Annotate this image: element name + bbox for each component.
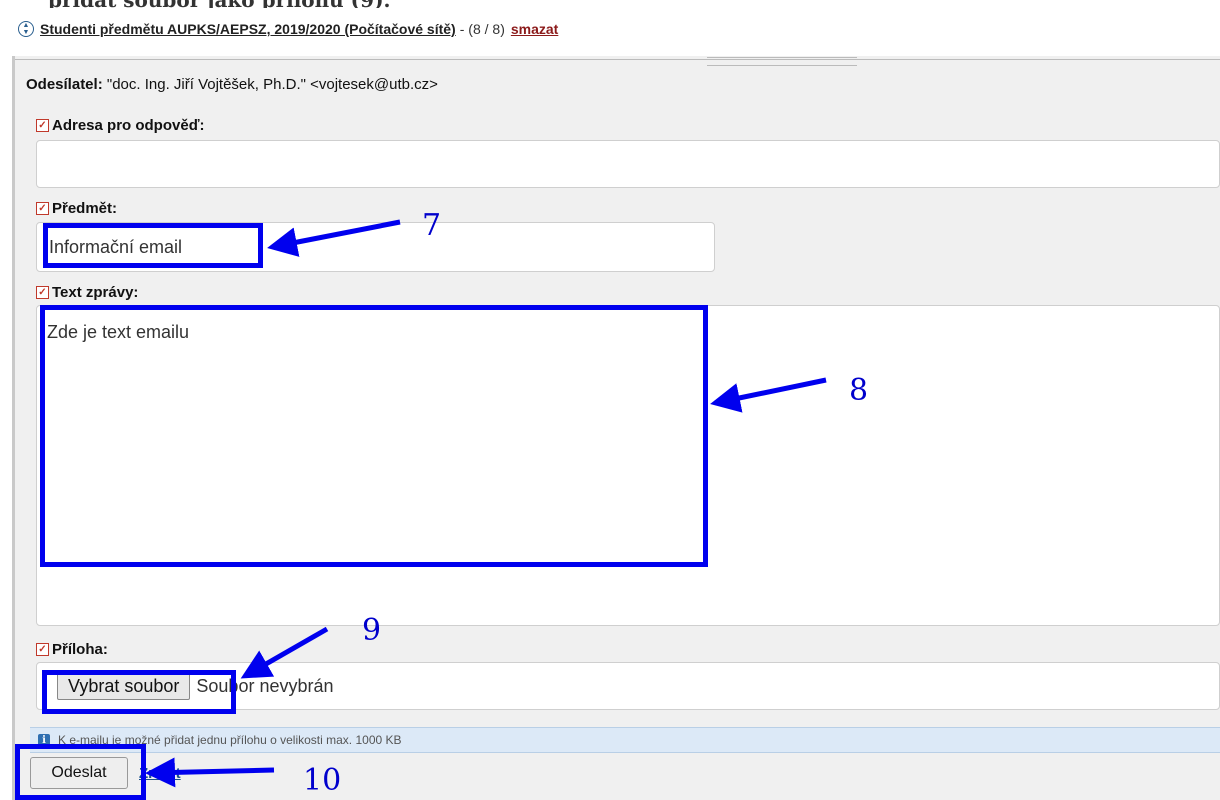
- callout-number-subject: 7: [422, 208, 442, 243]
- sender-value: "doc. Ing. Jiří Vojtěšek, Ph.D." <vojtes…: [106, 76, 438, 93]
- attachment-label-row: ✓ Příloha:: [36, 641, 108, 658]
- callout-number-attachment: 9: [362, 613, 382, 648]
- delete-recipients-link[interactable]: smazat: [511, 21, 558, 37]
- callout-box-body: [40, 305, 708, 567]
- callout-box-attachment: [42, 670, 236, 714]
- callout-number-send: 10: [303, 763, 342, 798]
- checkbox-icon[interactable]: ✓: [36, 202, 49, 215]
- callout-number-body: 8: [849, 373, 869, 408]
- checkbox-icon[interactable]: ✓: [36, 119, 49, 132]
- message-label: Text zprávy:: [52, 284, 139, 301]
- attachment-info-bar: i K e-mailu je možné přidat jednu příloh…: [30, 727, 1220, 753]
- reply-to-label-row: ✓ Adresa pro odpověď:: [36, 117, 204, 134]
- checkbox-icon[interactable]: ✓: [36, 286, 49, 299]
- cutoff-instruction-text: přidat soubor jako přílohu (9).: [48, 0, 391, 8]
- panel-resize-handle[interactable]: [707, 57, 857, 66]
- subject-label-row: ✓ Předmět:: [36, 200, 117, 217]
- callout-box-subject: [43, 223, 263, 268]
- recipient-count: - (8 / 8): [459, 21, 505, 37]
- reply-to-label: Adresa pro odpověď:: [52, 117, 205, 134]
- checkbox-icon[interactable]: ✓: [36, 643, 49, 656]
- subject-label: Předmět:: [52, 200, 118, 217]
- reply-to-input[interactable]: [36, 140, 1220, 188]
- attachment-label: Příloha:: [52, 641, 108, 658]
- message-label-row: ✓ Text zprávy:: [36, 284, 138, 301]
- sender-label: Odesílatel:: [26, 76, 103, 93]
- sender-line: Odesílatel: "doc. Ing. Jiří Vojtěšek, Ph…: [26, 76, 438, 93]
- recipient-group-link[interactable]: Studenti předmětu AUPKS/AEPSZ, 2019/2020…: [40, 21, 456, 37]
- expand-collapse-icon[interactable]: ▲ ▼: [18, 21, 34, 37]
- callout-box-send: [15, 744, 146, 800]
- panel-divider: [15, 59, 1220, 60]
- recipient-group-bar: ▲ ▼ Studenti předmětu AUPKS/AEPSZ, 2019/2…: [14, 14, 1220, 44]
